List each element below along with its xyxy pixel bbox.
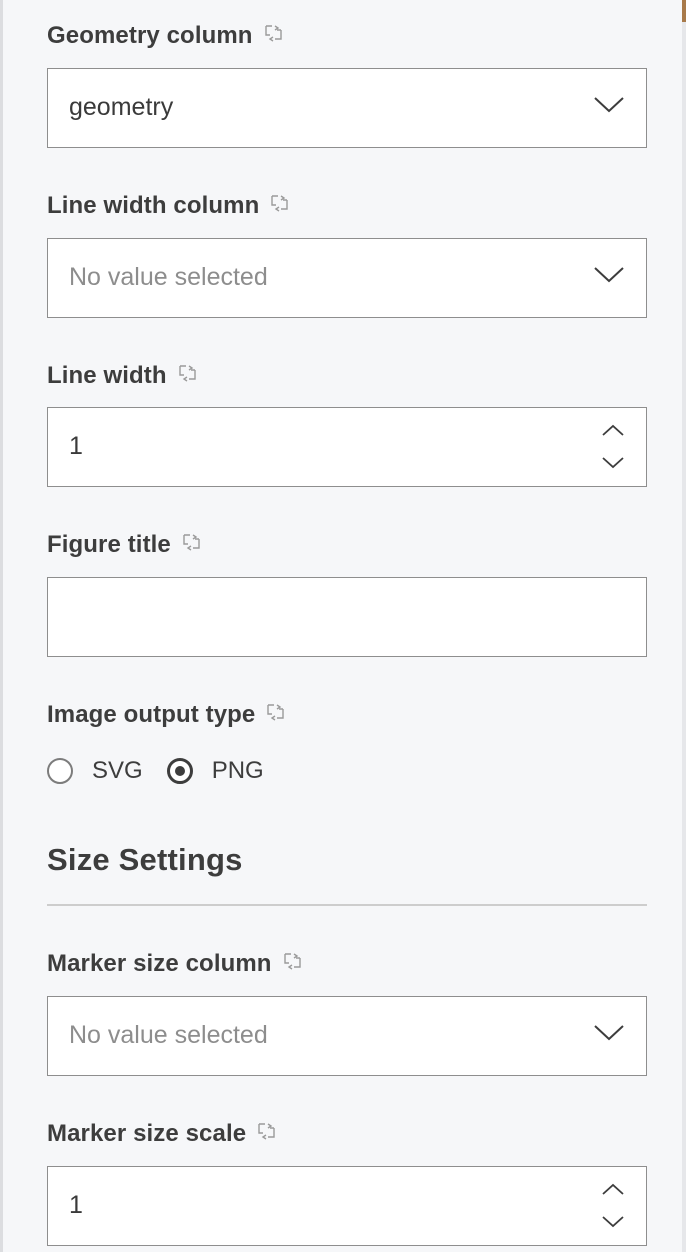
chevron-down-icon — [602, 1216, 624, 1228]
marker-size-column-label: Marker size column — [47, 950, 272, 977]
flow-variable-icon[interactable] — [269, 192, 291, 214]
chevron-down-icon[interactable] — [592, 1021, 626, 1043]
chevron-down-icon[interactable] — [592, 93, 626, 115]
geometry-column-value: geometry — [69, 93, 174, 121]
marker-size-scale-stepper[interactable] — [600, 1177, 626, 1235]
marker-size-scale-label: Marker size scale — [47, 1120, 247, 1147]
flow-variable-icon[interactable] — [282, 950, 304, 972]
geometry-column-dropdown[interactable]: geometry — [47, 68, 647, 148]
line-width-column-dropdown[interactable]: No value selected — [47, 238, 647, 318]
marker-size-column-placeholder: No value selected — [69, 1021, 268, 1049]
geometry-column-label: Geometry column — [47, 22, 253, 49]
line-width-label-row: Line width — [47, 362, 647, 390]
window-edge — [682, 0, 686, 1252]
line-width-stepper[interactable] — [600, 418, 626, 476]
line-width-value: 1 — [69, 432, 83, 460]
section-divider — [47, 904, 647, 906]
marker-size-scale-field: Marker size scale 1 — [47, 1120, 647, 1246]
flow-variable-icon[interactable] — [181, 531, 203, 553]
marker-size-column-label-row: Marker size column — [47, 950, 647, 978]
line-width-field: Line width 1 — [47, 362, 647, 487]
radio-label-svg: SVG — [92, 757, 143, 784]
radio-button-png[interactable] — [166, 758, 193, 784]
marker-size-column-field: Marker size column No value selected — [47, 950, 647, 1076]
chevron-down-icon[interactable] — [592, 263, 626, 285]
marker-size-column-dropdown[interactable]: No value selected — [47, 996, 647, 1076]
image-output-type-field: Image output type — [47, 701, 647, 729]
flow-variable-icon[interactable] — [263, 22, 285, 44]
line-width-label: Line width — [47, 362, 167, 389]
flow-variable-icon[interactable] — [265, 701, 287, 723]
line-width-number-input[interactable]: 1 — [47, 407, 647, 487]
marker-size-scale-value: 1 — [69, 1191, 83, 1219]
line-width-column-label-row: Line width column — [47, 192, 647, 220]
image-output-type-label: Image output type — [47, 701, 256, 728]
image-output-type-radio-group: SVG PNG — [47, 753, 288, 789]
figure-title-input[interactable] — [47, 577, 647, 657]
radio-button-svg[interactable] — [47, 758, 73, 784]
flow-variable-icon[interactable] — [256, 1120, 278, 1142]
line-width-column-label: Line width column — [47, 192, 260, 219]
flow-variable-icon[interactable] — [177, 362, 199, 384]
radio-option-svg[interactable]: SVG — [47, 757, 143, 785]
marker-size-scale-number-input[interactable]: 1 — [47, 1166, 647, 1246]
geometry-column-field: Geometry column geometry — [47, 22, 647, 148]
chevron-up-icon — [602, 424, 624, 436]
chevron-down-icon — [602, 457, 624, 469]
figure-title-field: Figure title — [47, 531, 647, 657]
chevron-up-icon — [602, 1183, 624, 1195]
settings-panel: Geometry column geometry Line width colu… — [0, 0, 682, 1252]
marker-size-scale-label-row: Marker size scale — [47, 1120, 647, 1148]
figure-title-label-row: Figure title — [47, 531, 647, 559]
radio-label-png: PNG — [211, 757, 264, 784]
figure-title-label: Figure title — [47, 531, 171, 558]
radio-option-png[interactable]: PNG — [166, 757, 264, 785]
size-settings-heading: Size Settings — [47, 842, 243, 877]
line-width-column-placeholder: No value selected — [69, 263, 268, 291]
geometry-column-label-row: Geometry column — [47, 22, 647, 50]
line-width-column-field: Line width column No value selected — [47, 192, 647, 318]
image-output-type-label-row: Image output type — [47, 701, 647, 729]
